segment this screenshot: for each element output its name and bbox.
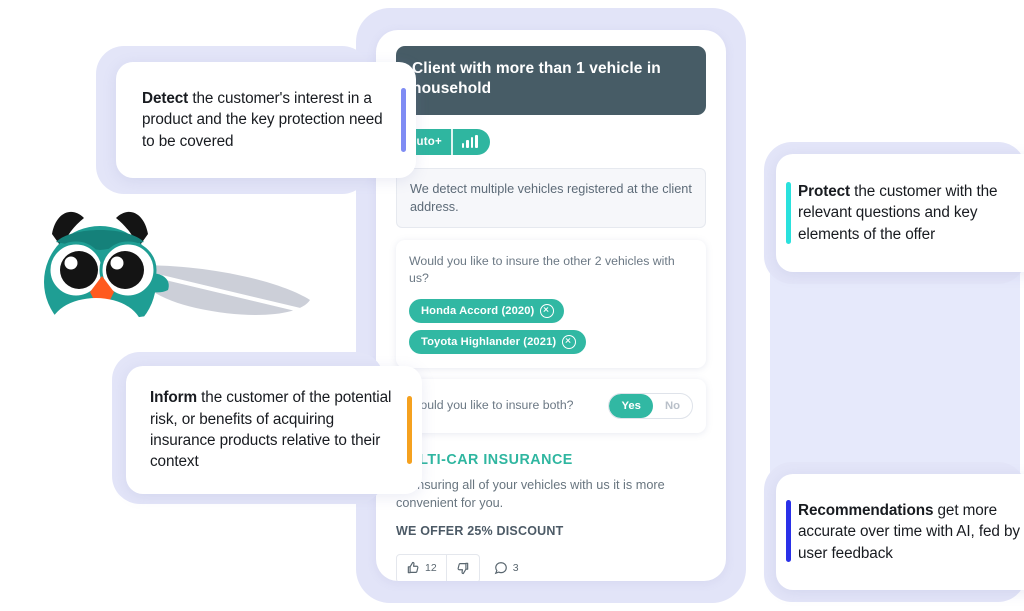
recommendations-lead: Recommendations — [798, 501, 934, 519]
comment-button[interactable]: 3 — [492, 555, 528, 581]
inform-lead: Inform — [150, 389, 197, 407]
toggle-option-yes[interactable]: Yes — [609, 393, 653, 418]
callout-card-inform: Inform the customer of the potential ris… — [126, 366, 422, 494]
reactions-bar: 12 3 — [396, 553, 706, 581]
offer-title: MULTI-CAR INSURANCE — [396, 451, 573, 468]
page-title: Client with more than 1 vehicle in house… — [396, 46, 706, 115]
detect-lead: Detect — [142, 89, 189, 107]
badge-row: Auto+ — [396, 128, 706, 155]
vehicle-chip-label: Honda Accord (2020) — [421, 304, 535, 317]
yes-no-toggle[interactable]: Yes No — [608, 392, 693, 419]
dislike-button[interactable] — [446, 553, 480, 581]
badge-divider — [450, 128, 453, 155]
comment-bubble-icon — [494, 562, 507, 575]
callout-card-detect: Detect the customer's interest in a prod… — [116, 62, 416, 178]
insure-both-question-card: Would you like to insure both? Yes No — [396, 378, 706, 433]
offer-highlight: WE OFFER 25% DISCOUNT — [396, 523, 564, 538]
detect-accent-bar — [401, 88, 406, 152]
offer-body: By insuring all of your vehicles with us… — [396, 477, 665, 511]
vehicle-chip[interactable]: Honda Accord (2020) — [409, 298, 565, 323]
page-root: Client with more than 1 vehicle in house… — [0, 0, 1024, 611]
offer-section: MULTI-CAR INSURANCE By insuring all of y… — [396, 452, 706, 538]
owl-mascot — [0, 204, 360, 368]
owl-mascot-illustration — [2, 211, 310, 368]
detection-message: We detect multiple vehicles registered a… — [396, 167, 706, 228]
like-button[interactable]: 12 — [396, 553, 447, 581]
inform-accent-bar — [407, 396, 412, 464]
thumbs-down-icon — [457, 562, 468, 575]
protect-accent-bar — [786, 182, 791, 244]
toggle-option-no[interactable]: No — [653, 394, 692, 418]
callout-card-protect: Protect the customer with the relevant q… — [776, 154, 1024, 272]
vehicles-question-text: Would you like to insure the other 2 veh… — [409, 253, 675, 286]
callout-card-recommendations: Recommendations get more accurate over t… — [776, 474, 1024, 590]
signal-bars-icon — [453, 134, 490, 149]
insure-both-question-text: Would you like to insure both? — [409, 398, 574, 413]
phone-screen: Client with more than 1 vehicle in house… — [376, 30, 726, 581]
vehicle-chip-list: Honda Accord (2020) Toyota Highlander (2… — [409, 298, 693, 354]
vehicles-question-card: Would you like to insure the other 2 veh… — [396, 239, 706, 368]
like-count: 12 — [425, 562, 437, 575]
protect-lead: Protect — [798, 182, 851, 200]
close-circle-icon[interactable] — [540, 303, 555, 318]
recommendations-accent-bar — [786, 500, 791, 562]
close-circle-icon[interactable] — [562, 334, 577, 349]
thumbs-up-icon — [407, 562, 419, 574]
vehicle-chip[interactable]: Toyota Highlander (2021) — [409, 329, 587, 354]
comment-count: 3 — [512, 562, 519, 575]
vehicle-chip-label: Toyota Highlander (2021) — [421, 335, 557, 348]
